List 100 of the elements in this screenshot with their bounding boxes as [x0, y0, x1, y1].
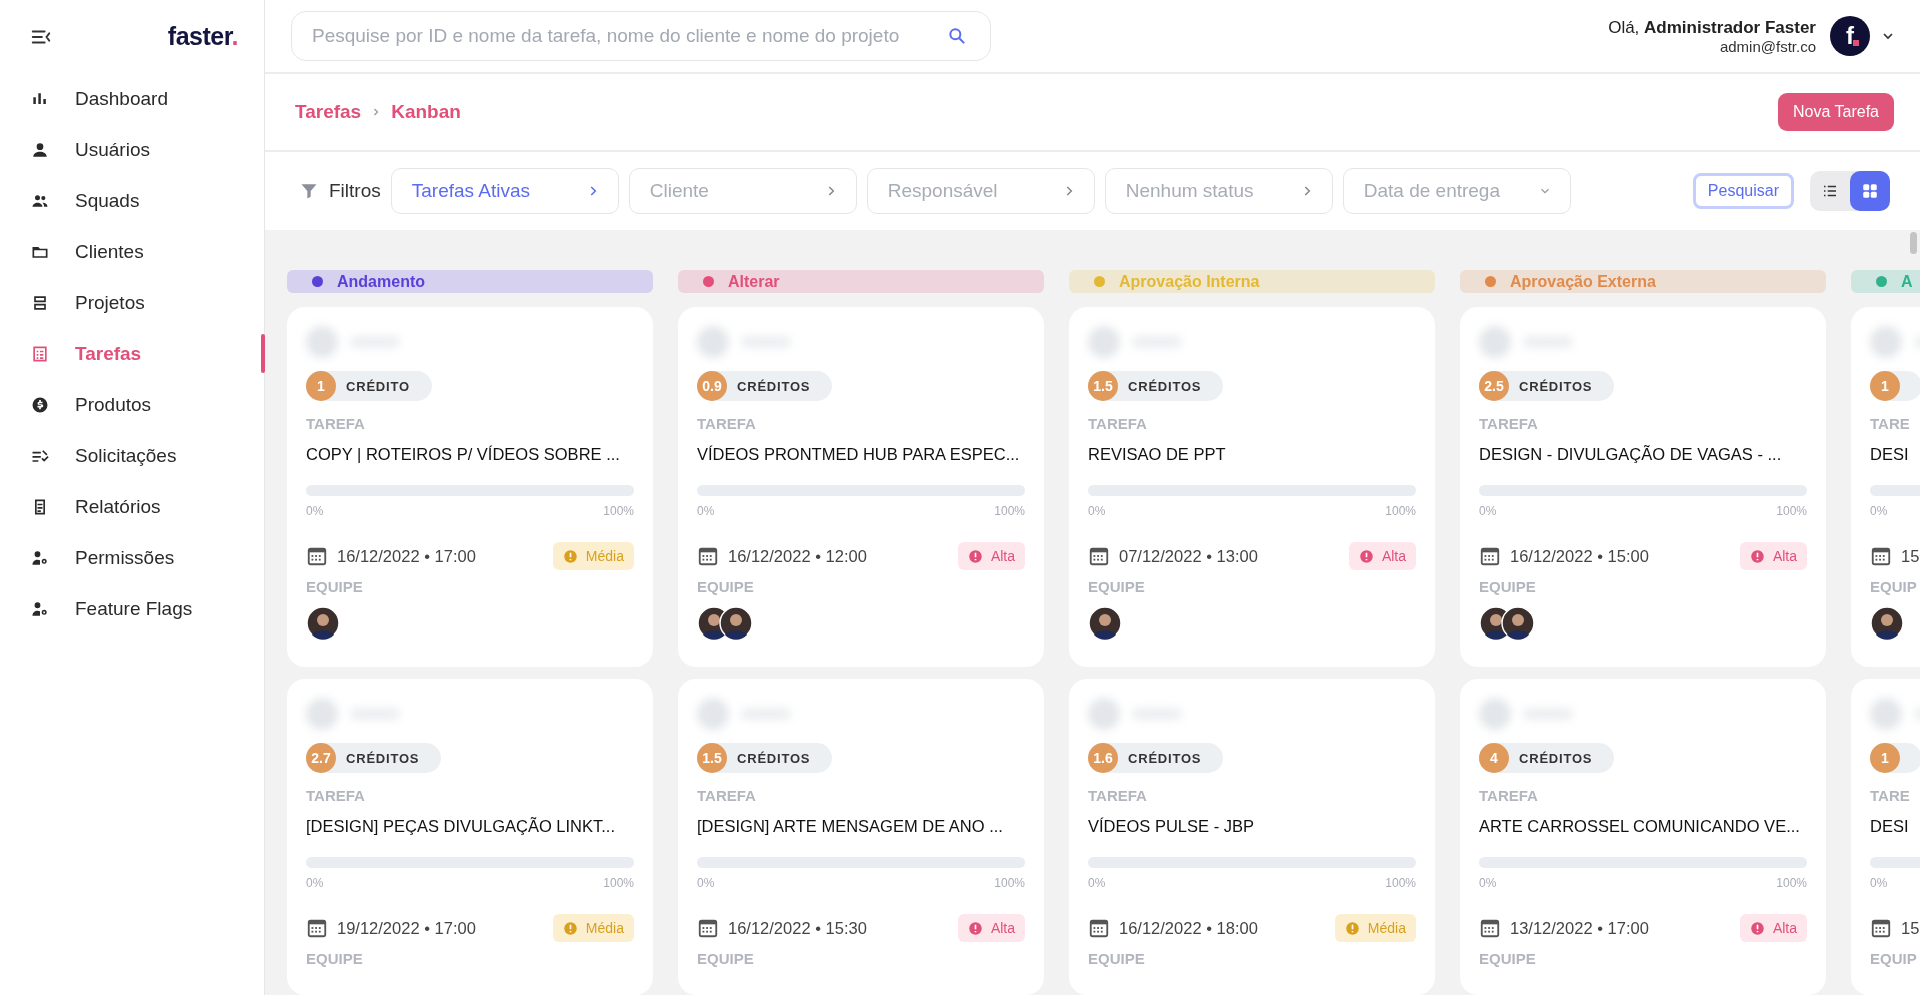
breadcrumb-link[interactable]: Tarefas — [295, 101, 362, 123]
task-label: TAREFA — [306, 787, 366, 805]
due-date: 16/12/2022 • 15:30 — [728, 918, 867, 938]
search-button[interactable]: Pesquisar — [1692, 173, 1794, 209]
alert-icon — [562, 920, 578, 936]
nav-item[interactable]: Dashboard — [0, 73, 264, 124]
nav-item[interactable]: Squads — [0, 175, 264, 226]
credit-count: 4 — [1479, 743, 1509, 773]
progress-start: 0% — [1870, 504, 1888, 518]
alert-icon — [1749, 920, 1765, 936]
nav-item[interactable]: Permissões — [0, 532, 264, 583]
task-label: TARE — [1870, 415, 1911, 433]
task-card[interactable]: 4 CRÉDITOS TAREFA ARTE CARROSSEL COMUNICANDO VE... 0% 100% 13/12/2022 • 17:00 Alta EQUIPE — [1460, 679, 1826, 995]
grid-view-button[interactable] — [1850, 171, 1890, 211]
user-avatar[interactable]: f — [1830, 16, 1870, 56]
nav-item[interactable]: Clientes — [0, 226, 264, 277]
progress-end: 100% — [603, 504, 634, 518]
user-greeting: Olá, Administrador Faster — [1608, 17, 1816, 38]
task-card[interactable]: 1 CRÉDITO TAREFA COPY | ROTEIROS P/ VÍDEOS SOBRE ... 0% 100% 16/12/2022 • 17:00 Média EQUIPE — [287, 307, 653, 667]
credit-count: 2.7 — [306, 743, 336, 773]
task-title: VÍDEOS PULSE - JBP — [1088, 816, 1255, 837]
task-label: TAREFA — [1088, 787, 1148, 805]
due-date: 07/12/2022 • 13:00 — [1119, 546, 1258, 566]
task-label: TAREFA — [697, 787, 757, 805]
task-card[interactable]: 2.5 CRÉDITOS TAREFA DESIGN - DIVULGAÇÃO DE VAGAS - ... 0% 100% 16/12/2022 • 15:00 Alta EQUIPE — [1460, 307, 1826, 667]
column-title: Aprovação Interna — [1119, 272, 1260, 291]
nav-item[interactable]: Usuários — [0, 124, 264, 175]
team-label: EQUIPE — [697, 578, 755, 596]
progress-start: 0% — [697, 504, 715, 518]
calendar-icon — [1088, 545, 1110, 567]
column-title: A — [1901, 272, 1913, 291]
new-task-button[interactable]: Nova Tarefa — [1778, 93, 1894, 131]
team-label: EQUIPE — [1088, 578, 1146, 596]
due-date: 19/12/2022 • 17:00 — [337, 918, 476, 938]
task-card[interactable]: 1 TARE DESI 0% 15 EQUIP — [1851, 679, 1920, 995]
task-label: TAREFA — [1479, 415, 1539, 433]
alert-icon — [562, 548, 578, 564]
avatar — [1501, 606, 1535, 640]
team-label: EQUIPE — [306, 578, 364, 596]
priority-label: Média — [585, 548, 624, 564]
credit-label: CRÉDITOS — [346, 750, 420, 766]
breadcrumb-link[interactable]: Kanban — [391, 101, 461, 123]
task-title: REVISAO DE PPT — [1088, 444, 1227, 465]
column-title: Aprovação Externa — [1510, 272, 1656, 291]
alert-icon — [967, 548, 983, 564]
task-label: TAREFA — [306, 415, 366, 433]
task-card[interactable]: 0.9 CRÉDITOS TAREFA VÍDEOS PRONTMED HUB PARA ESPEC... 0% 100% 16/12/2022 • 12:00 Alta EQUIPE — [678, 307, 1044, 667]
credit-count: 1 — [306, 371, 336, 401]
calendar-icon — [306, 545, 328, 567]
avatar — [1088, 606, 1122, 640]
progress-start: 0% — [697, 876, 715, 890]
task-card[interactable]: 1.6 CRÉDITOS TAREFA VÍDEOS PULSE - JBP 0% 100% 16/12/2022 • 18:00 Média EQUIPE — [1069, 679, 1435, 995]
priority-label: Média — [585, 920, 624, 936]
calendar-icon — [1870, 917, 1892, 939]
filter-dropdown[interactable]: Tarefas Ativas — [390, 168, 619, 214]
scrollbar[interactable] — [1910, 232, 1917, 254]
task-label: TAREFA — [1088, 415, 1148, 433]
credit-label: CRÉDITOS — [737, 378, 811, 394]
task-card[interactable]: 1.5 CRÉDITOS TAREFA [DESIGN] ARTE MENSAGEM DE ANO ... 0% 100% 16/12/2022 • 15:30 Alta EQUIPE — [678, 679, 1044, 995]
progress-end: 100% — [994, 504, 1025, 518]
task-card[interactable]: 1.5 CRÉDITOS TAREFA REVISAO DE PPT 0% 100% 07/12/2022 • 13:00 Alta EQUIPE — [1069, 307, 1435, 667]
credit-count: 1.5 — [1088, 371, 1118, 401]
task-card[interactable]: 2.7 CRÉDITOS TAREFA [DESIGN] PEÇAS DIVULGAÇÃO LINKT... 0% 100% 19/12/2022 • 17:00 Média EQUIPE — [287, 679, 653, 995]
nav-item[interactable]: Projetos — [0, 277, 264, 328]
task-card[interactable]: 1 TARE DESI 0% 15 EQUIP — [1851, 307, 1920, 667]
filters-label: Filtros — [329, 180, 381, 202]
due-date: 15 — [1901, 546, 1920, 566]
calendar-icon — [1870, 545, 1892, 567]
progress-start: 0% — [1479, 876, 1497, 890]
priority-label: Média — [1367, 920, 1406, 936]
priority-label: Alta — [1772, 548, 1797, 564]
credit-label: CRÉDITOS — [737, 750, 811, 766]
avatar — [719, 606, 753, 640]
task-label: TAREFA — [1479, 787, 1539, 805]
alert-icon — [1344, 920, 1360, 936]
column-title: Alterar — [728, 272, 780, 291]
credit-label: CRÉDITOS — [1128, 750, 1202, 766]
credit-count: 1 — [1870, 371, 1900, 401]
calendar-icon — [1088, 917, 1110, 939]
team-label: EQUIP — [1870, 578, 1918, 596]
nav-item[interactable]: Solicitações — [0, 430, 264, 481]
search-icon[interactable] — [947, 26, 967, 46]
credit-count: 1.5 — [697, 743, 727, 773]
nav-item[interactable]: Feature Flags — [0, 583, 264, 634]
nav-item[interactable]: Relatórios — [0, 481, 264, 532]
priority-label: Alta — [1381, 548, 1406, 564]
progress-end: 100% — [994, 876, 1025, 890]
team-label: EQUIPE — [306, 950, 364, 968]
priority-label: Alta — [990, 920, 1015, 936]
task-title: [DESIGN] ARTE MENSAGEM DE ANO ... — [697, 816, 1004, 837]
team-label: EQUIPE — [1479, 578, 1537, 596]
nav-item[interactable]: Tarefas — [0, 328, 264, 379]
column-title: Andamento — [337, 272, 425, 291]
calendar-icon — [697, 545, 719, 567]
search-field[interactable]: Pesquise por ID e nome da tarefa, nome do cliente e nome do projeto — [291, 11, 991, 61]
progress-end: 100% — [1776, 504, 1807, 518]
task-title: DESIGN - DIVULGAÇÃO DE VAGAS - ... — [1479, 444, 1783, 465]
nav-item[interactable]: Produtos — [0, 379, 264, 430]
grid-icon — [1861, 182, 1879, 200]
task-label: TAREFA — [697, 415, 757, 433]
